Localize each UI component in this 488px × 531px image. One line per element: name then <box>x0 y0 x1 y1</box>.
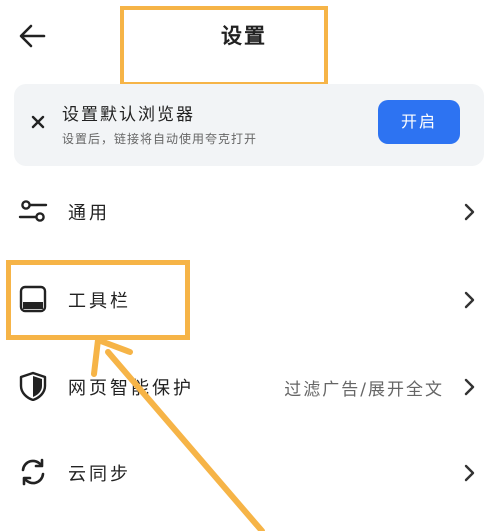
annotation-arrow <box>91 337 265 531</box>
